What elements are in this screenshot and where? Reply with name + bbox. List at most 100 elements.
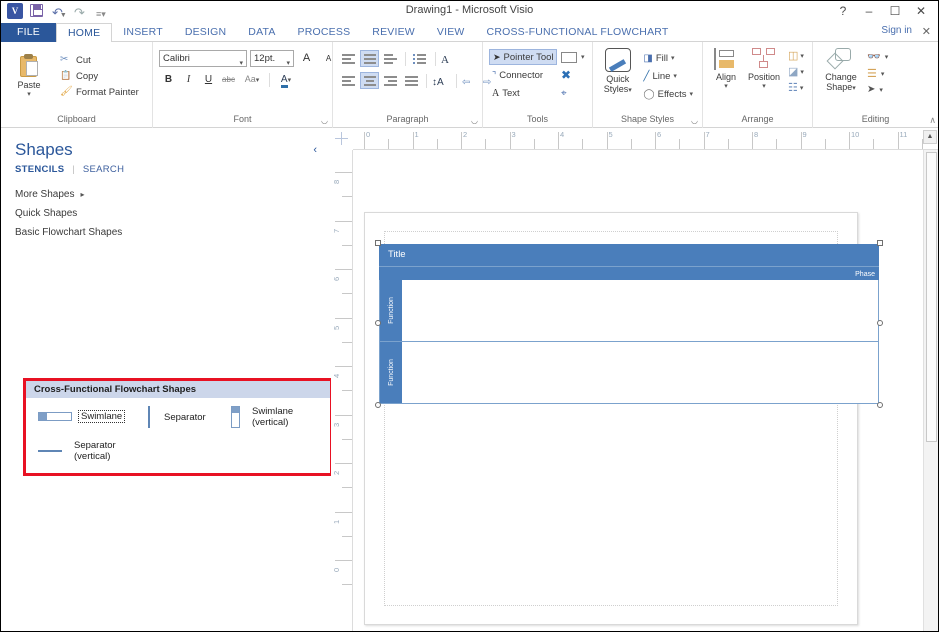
select-button[interactable]: ➤ ▾ xyxy=(867,84,888,95)
help-icon[interactable]: ? xyxy=(830,2,856,21)
font-family-combo[interactable]: Calibri ▾ xyxy=(159,50,247,67)
decrease-indent-icon[interactable]: ⇦ xyxy=(462,72,481,89)
tab-data[interactable]: DATA xyxy=(237,23,286,42)
justify-icon[interactable] xyxy=(402,72,421,89)
scroll-up-icon[interactable]: ▲ xyxy=(923,130,937,144)
line-spacing-icon[interactable]: ↕A xyxy=(432,72,451,89)
ruler-tick xyxy=(752,132,753,149)
canvas[interactable]: Title Phase Function Function xyxy=(353,150,938,631)
ribbon-group-font: Calibri ▾ 12pt. ▾ A A B I U abc Aa▾ A▾ F… xyxy=(153,42,333,128)
vertical-scrollbar[interactable] xyxy=(923,150,938,631)
stencil-header-cross-functional[interactable]: Cross-Functional Flowchart Shapes xyxy=(26,381,330,398)
format-painter-button[interactable]: 🖌 Format Painter xyxy=(57,84,142,100)
pane-row-more-shapes[interactable]: More Shapes ▸ xyxy=(1,185,331,204)
find-button[interactable]: 👓 ▾ xyxy=(867,50,888,63)
swimlane-lane-1-body[interactable] xyxy=(402,280,878,341)
pane-row-quick-shapes[interactable]: Quick Shapes xyxy=(1,204,331,223)
fill-button[interactable]: ◨ Fill ▾ xyxy=(640,50,696,66)
font-color-button[interactable]: A▾ xyxy=(274,71,298,88)
stencil-item-separator[interactable]: Separator xyxy=(148,406,206,428)
rectangle-tool-icon[interactable] xyxy=(561,51,577,63)
swimlane-title[interactable]: Title xyxy=(379,244,879,266)
align-middle-icon[interactable] xyxy=(360,50,379,67)
maximize-icon[interactable]: ☐ xyxy=(882,2,908,21)
position-button[interactable]: Position ▾ xyxy=(743,46,785,90)
selection-handle-bottom-left[interactable] xyxy=(375,402,381,408)
stencil-item-swimlane-vertical[interactable]: Swimlane (vertical) xyxy=(231,406,293,428)
align-left-icon[interactable] xyxy=(339,72,358,89)
tab-process[interactable]: PROCESS xyxy=(287,23,362,42)
change-shape-button[interactable]: Change Shape▾ xyxy=(819,46,863,94)
tab-view[interactable]: VIEW xyxy=(426,23,476,42)
selection-handle-left-middle[interactable] xyxy=(375,320,381,326)
selection-handle-top-left[interactable] xyxy=(375,240,381,246)
font-size-combo[interactable]: 12pt. ▾ xyxy=(250,50,294,67)
swimlane-lane-1-header[interactable]: Function xyxy=(380,280,402,341)
bring-forward-button[interactable]: ◫ ▾ xyxy=(788,49,804,62)
tab-search[interactable]: SEARCH xyxy=(83,164,124,175)
grow-font-icon[interactable]: A xyxy=(297,50,316,67)
italic-button[interactable]: I xyxy=(179,71,198,88)
vertical-scrollbar-thumb[interactable] xyxy=(926,152,937,442)
bullets-icon[interactable] xyxy=(411,50,430,67)
stencil-item-separator-vertical[interactable]: Separator (vertical) xyxy=(38,440,116,462)
tab-design[interactable]: DESIGN xyxy=(174,23,237,42)
tab-insert[interactable]: INSERT xyxy=(112,23,174,42)
ruler-tick-minor xyxy=(485,139,487,149)
align-right-icon[interactable] xyxy=(381,72,400,89)
text-tool-button[interactable]: A Text xyxy=(489,85,557,101)
swimlane-lane-2-header[interactable]: Function xyxy=(380,342,402,403)
tab-stencils[interactable]: STENCILS xyxy=(15,164,64,175)
swimlane-lane-2[interactable]: Function xyxy=(379,342,879,404)
bold-button[interactable]: B xyxy=(159,71,178,88)
paste-button[interactable]: Paste ▾ xyxy=(7,52,51,98)
selection-handle-right-middle[interactable] xyxy=(877,320,883,326)
underline-button[interactable]: U xyxy=(199,71,218,88)
selection-handle-top-right[interactable] xyxy=(877,240,883,246)
pane-row-basic-flowchart-shapes[interactable]: Basic Flowchart Shapes xyxy=(1,223,331,242)
minimize-icon[interactable]: – xyxy=(856,2,882,21)
send-backward-button[interactable]: ◪ ▾ xyxy=(788,65,804,78)
swimlane-diagram[interactable]: Title Phase Function Function xyxy=(375,240,883,408)
tab-cross-functional-flowchart[interactable]: CROSS-FUNCTIONAL FLOWCHART xyxy=(476,23,680,42)
vertical-ruler[interactable]: 8 7 6 5 4 3 2 1 0 xyxy=(331,150,353,631)
swimlane-phase-band[interactable]: Phase xyxy=(379,266,879,280)
effects-button[interactable]: ◯ Effects ▾ xyxy=(640,86,696,102)
connector-button[interactable]: ⌝ Connector xyxy=(489,67,557,83)
tab-home[interactable]: HOME xyxy=(55,23,113,43)
group-button[interactable]: ☷ ▾ xyxy=(788,81,804,94)
collapse-ribbon-caret[interactable]: ∧ xyxy=(929,114,936,127)
swimlane-lane-2-body[interactable] xyxy=(402,342,878,403)
pointer-tool-button[interactable]: ➤ Pointer Tool xyxy=(489,49,557,65)
drawing-page[interactable]: Title Phase Function Function xyxy=(364,212,883,625)
collapse-pane-icon[interactable]: ‹ xyxy=(313,144,317,156)
text-direction-icon[interactable]: A xyxy=(441,50,460,67)
tab-review[interactable]: REVIEW xyxy=(361,23,426,42)
ruler-tick-minor xyxy=(824,139,826,149)
align-button[interactable]: Align ▾ xyxy=(709,46,743,90)
stencil-item-separator-label: Separator xyxy=(164,411,206,423)
delete-icon[interactable]: ✖ xyxy=(561,68,571,82)
cut-button[interactable]: ✂ Cut xyxy=(57,52,142,68)
quick-styles-button[interactable]: Quick Styles▾ xyxy=(599,46,636,96)
tab-file[interactable]: FILE xyxy=(1,23,56,42)
connection-point-icon[interactable]: ⌖ xyxy=(561,88,567,99)
collapse-ribbon-icon[interactable]: ✕ xyxy=(922,25,931,38)
selection-handle-bottom-right[interactable] xyxy=(877,402,883,408)
stencil-item-swimlane[interactable]: Swimlane xyxy=(38,410,126,423)
change-case-button[interactable]: Aa▾ xyxy=(239,71,265,88)
font-dialog-launcher[interactable]: ◡ xyxy=(321,114,328,127)
horizontal-ruler[interactable]: 0 1 2 3 4 5 6 7 8 9 10 11 xyxy=(331,128,938,150)
layers-button[interactable]: ☰ ▾ xyxy=(867,67,888,80)
close-icon[interactable]: ✕ xyxy=(908,2,934,21)
copy-button[interactable]: 📋 Copy xyxy=(57,68,142,84)
sign-in-link[interactable]: Sign in xyxy=(881,25,912,36)
paragraph-dialog-launcher[interactable]: ◡ xyxy=(471,114,478,127)
align-center-icon[interactable] xyxy=(360,72,379,89)
align-bottom-icon[interactable] xyxy=(381,50,400,67)
strikethrough-button[interactable]: abc xyxy=(219,71,238,88)
line-button[interactable]: ╱ Line ▾ xyxy=(640,68,696,84)
swimlane-lane-1[interactable]: Function xyxy=(379,280,879,342)
shape-styles-dialog-launcher[interactable]: ◡ xyxy=(691,114,698,127)
align-top-icon[interactable] xyxy=(339,50,358,67)
